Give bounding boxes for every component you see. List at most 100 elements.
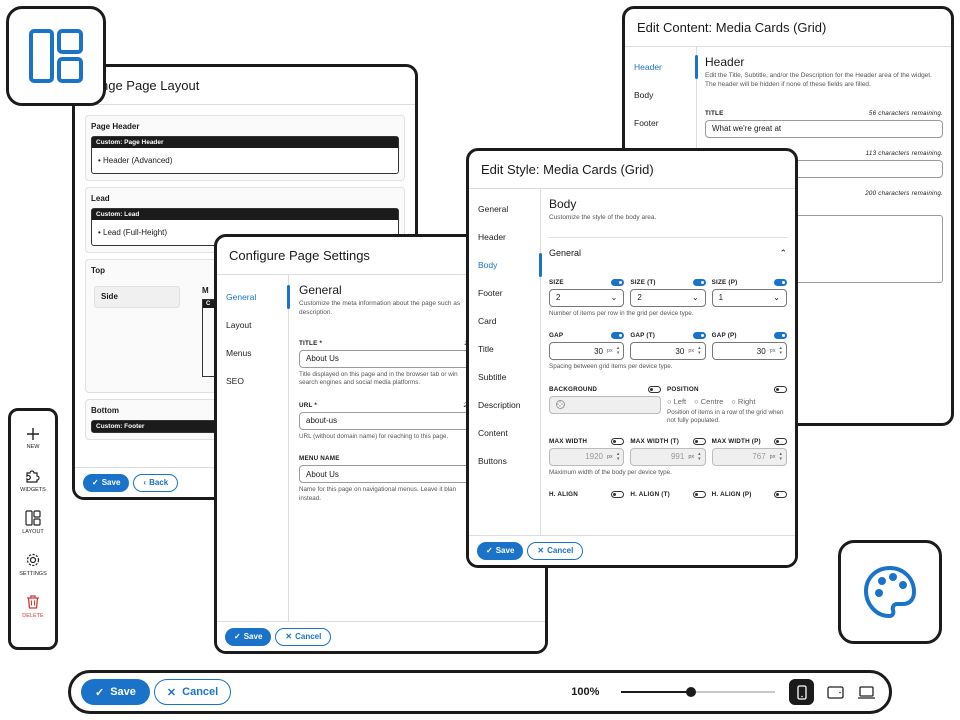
window-title: Edit Style: Media Cards (Grid) — [469, 151, 795, 189]
gap-input[interactable]: 30 px ▴ ▾ — [549, 342, 625, 361]
stepper-icon[interactable]: ▴ ▾ — [779, 451, 782, 462]
radio-left[interactable]: ○ Left — [667, 397, 686, 406]
max-width-t-input[interactable]: 991 px ▴ ▾ — [630, 447, 706, 466]
background-field: BACKGROUND — [549, 385, 661, 426]
size-t-toggle[interactable] — [692, 278, 706, 286]
group-header-general[interactable]: General ⌃ — [549, 236, 787, 269]
tab-title[interactable]: Title — [469, 335, 540, 363]
save-button[interactable]: ✓ Save — [83, 473, 130, 492]
size-t-select[interactable]: 2 ⌄ — [630, 288, 706, 307]
gap-p-input[interactable]: 30 px ▴ ▾ — [711, 342, 787, 361]
gap-t-toggle[interactable] — [692, 332, 706, 340]
widgets-button[interactable]: WIDGETS — [11, 459, 55, 501]
tab-body[interactable]: Body — [469, 251, 542, 279]
h-align-row: H. ALIGN H. ALIGN (T) H. ALIGN (P) — [549, 491, 787, 499]
background-toggle[interactable] — [648, 385, 661, 393]
settings-tabs: General Layout Menus SEO — [217, 275, 290, 621]
radio-right[interactable]: ○ Right — [731, 397, 755, 406]
field-label-text: URL * — [299, 401, 318, 409]
select-value: 2 — [556, 293, 561, 303]
size-p-select[interactable]: 1 ⌄ — [711, 288, 787, 307]
gap-help: Spacing between grid items per device ty… — [549, 363, 673, 371]
tab-footer[interactable]: Footer — [625, 109, 696, 137]
tab-general[interactable]: General — [217, 283, 290, 311]
field-label-text: TITLE * — [299, 339, 323, 347]
h-align-label: H. ALIGN — [549, 491, 625, 499]
cancel-button[interactable]: ✕ Cancel — [153, 679, 232, 705]
device-mobile-button[interactable] — [789, 679, 815, 705]
delete-button[interactable]: DELETE — [11, 585, 55, 627]
max-width-p-toggle[interactable] — [773, 437, 787, 445]
new-button[interactable]: NEW — [11, 417, 55, 459]
max-width-toggle[interactable] — [611, 437, 625, 445]
stepper-icon[interactable]: ▴ ▾ — [698, 346, 701, 356]
gap-p-toggle[interactable] — [773, 332, 787, 340]
slider-thumb[interactable] — [685, 687, 696, 697]
save-label: Save — [495, 546, 515, 555]
layout-icon — [25, 509, 41, 526]
position-label: POSITION — [667, 385, 787, 393]
h-align-t-toggle[interactable] — [692, 491, 706, 499]
title-label: TITLE *11 — [299, 340, 471, 347]
close-icon: ✕ — [537, 546, 545, 555]
max-width-p-input[interactable]: 767 px ▴ ▾ — [711, 447, 787, 466]
back-button[interactable]: ‹ Back — [133, 473, 179, 492]
tab-content[interactable]: Content — [469, 419, 540, 447]
unit: px — [688, 453, 695, 460]
h-align-p-toggle[interactable] — [773, 491, 787, 499]
save-button[interactable]: ✓ Save — [477, 541, 524, 560]
gap-t-input[interactable]: 30 px ▴ ▾ — [630, 342, 706, 361]
title-input[interactable]: What we're great at — [705, 119, 943, 138]
style-footer: ✓ Save ✕ Cancel — [469, 535, 795, 565]
label-text: MAX WIDTH — [549, 437, 588, 445]
style-title-text: Edit Style: Media Cards (Grid) — [481, 162, 654, 177]
tab-body[interactable]: Body — [625, 81, 696, 109]
layout-button[interactable]: LAYOUT — [11, 501, 55, 543]
settings-button[interactable]: SETTINGS — [11, 543, 55, 585]
position-toggle[interactable] — [774, 385, 787, 393]
size-t-label: SIZE (T) — [630, 278, 706, 286]
save-button[interactable]: ✓ Save — [225, 627, 272, 646]
widget-name: Header (Advanced) — [103, 156, 173, 165]
stepper-icon[interactable]: ▴ ▾ — [617, 451, 620, 462]
select-value: 2 — [637, 293, 642, 303]
widget-block[interactable]: Custom: Page Header • Header (Advanced) — [91, 136, 399, 174]
size-p-toggle[interactable] — [773, 278, 787, 286]
device-laptop-button[interactable] — [854, 679, 879, 705]
stepper-icon[interactable]: ▴ ▾ — [698, 451, 701, 462]
section-heading: Body — [549, 197, 577, 211]
max-width-input[interactable]: 1920 px ▴ ▾ — [549, 447, 625, 466]
size-toggle[interactable] — [611, 278, 625, 286]
rail-label: WIDGETS — [20, 486, 46, 493]
section-page-header[interactable]: Page Header Custom: Page Header • Header… — [85, 115, 405, 181]
tab-card[interactable]: Card — [469, 307, 540, 335]
num-value: 30 — [756, 346, 766, 356]
tab-layout[interactable]: Layout — [217, 311, 288, 339]
tab-seo[interactable]: SEO — [217, 367, 288, 395]
save-button[interactable]: ✓ Save — [81, 679, 150, 705]
side-column[interactable]: Side — [94, 286, 180, 308]
tab-description[interactable]: Description — [469, 391, 540, 419]
gap-toggle[interactable] — [611, 332, 625, 340]
radio-centre[interactable]: ○ Centre — [694, 397, 723, 406]
size-select[interactable]: 2 ⌄ — [549, 288, 625, 307]
h-align-toggle[interactable] — [611, 491, 625, 499]
tab-header[interactable]: Header — [469, 223, 540, 251]
tab-general[interactable]: General — [469, 195, 540, 223]
tab-subtitle[interactable]: Subtitle — [469, 363, 540, 391]
tab-buttons[interactable]: Buttons — [469, 447, 540, 475]
max-width-t-toggle[interactable] — [692, 437, 706, 445]
zoom-slider[interactable] — [621, 685, 776, 699]
cancel-button[interactable]: ✕ Cancel — [527, 541, 584, 560]
stepper-icon[interactable]: ▴ ▾ — [617, 346, 620, 356]
tab-menus[interactable]: Menus — [217, 339, 288, 367]
max-width-label: MAX WIDTH — [549, 437, 625, 445]
tab-header[interactable]: Header — [625, 53, 698, 81]
stepper-icon[interactable]: ▴ ▾ — [779, 346, 782, 356]
palette-badge — [838, 540, 942, 644]
background-picker[interactable] — [549, 395, 661, 414]
tab-footer[interactable]: Footer — [469, 279, 540, 307]
cancel-button[interactable]: ✕ Cancel — [275, 627, 332, 646]
device-tablet-button[interactable] — [822, 679, 847, 705]
radio-label: Right — [737, 396, 756, 406]
